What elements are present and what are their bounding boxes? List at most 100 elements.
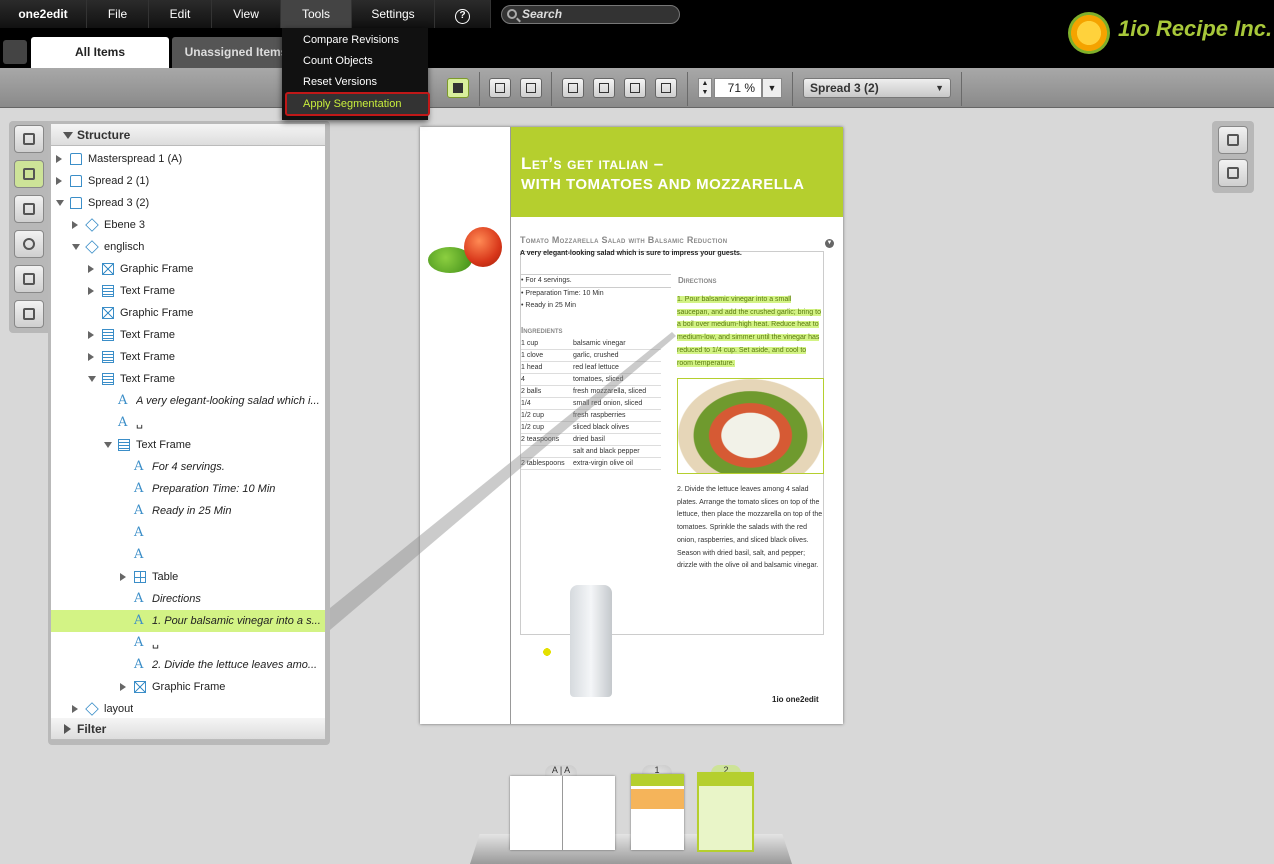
tree-row[interactable]: Text Frame (51, 346, 325, 368)
image-tool-button[interactable] (489, 78, 511, 98)
tree-row[interactable]: Ebene 3 (51, 214, 325, 236)
structure-header[interactable]: Structure (51, 124, 325, 146)
spread-select[interactable]: Spread 3 (2) ▼ (803, 78, 951, 98)
tree-row[interactable]: A A very elegant-looking salad which i... (51, 390, 325, 412)
caret-right-icon[interactable] (88, 353, 94, 361)
tree-row[interactable]: A Preparation Time: 10 Min (51, 478, 325, 500)
tree-row[interactable]: Spread 3 (2) (51, 192, 325, 214)
tasks-panel-button[interactable] (14, 265, 44, 293)
ingredient-row: 1/2 cup sliced black olives (521, 422, 661, 434)
layers-panel-button[interactable] (14, 195, 44, 223)
thumbnail-spread-3[interactable] (697, 772, 754, 852)
menu-view[interactable]: View (212, 0, 281, 28)
menu-edit[interactable]: Edit (149, 0, 212, 28)
zoom-stepper[interactable]: ▲ ▼ (698, 78, 712, 98)
menu-tools[interactable]: Tools (281, 0, 352, 28)
tree-row[interactable]: Table (51, 566, 325, 588)
tree-row[interactable]: A ␣ (51, 412, 325, 434)
caret-right-icon[interactable] (56, 177, 62, 185)
caret-down-icon[interactable] (88, 376, 96, 382)
caret-down-icon[interactable] (72, 244, 80, 250)
list-button[interactable] (1218, 159, 1248, 187)
meta-servings: • For 4 servings. (521, 274, 671, 287)
comment-icon (23, 308, 35, 320)
page-heading-block[interactable]: Let’s get italian – with tomatoes and mo… (511, 127, 843, 217)
caret-right-icon[interactable] (88, 331, 94, 339)
filter-header[interactable]: Filter (51, 718, 325, 740)
caret-right-icon[interactable] (120, 683, 126, 691)
tab-unassigned-items[interactable]: Unassigned Items (172, 37, 300, 68)
fit-view-button[interactable] (655, 78, 677, 98)
text-story-icon: A (134, 525, 144, 540)
menu-settings[interactable]: Settings (352, 0, 435, 28)
tree-row[interactable]: Spread 2 (1) (51, 170, 325, 192)
ingredient-name: red leaf lettuce (573, 364, 619, 371)
grid-view-button[interactable] (624, 78, 646, 98)
tree-row[interactable]: A For 4 servings. (51, 456, 325, 478)
comment-tool-button[interactable] (447, 78, 469, 98)
tree-row[interactable]: Text Frame (51, 324, 325, 346)
caret-right-icon[interactable] (120, 573, 126, 581)
history-panel-button[interactable] (14, 230, 44, 258)
direction-2-text[interactable]: 2. Divide the lettuce leaves among 4 sal… (677, 484, 824, 573)
tree-row[interactable]: A (51, 544, 325, 566)
tree-row[interactable]: Text Frame (51, 280, 325, 302)
zoom-input[interactable]: 71 % (714, 78, 762, 98)
caret-right-icon[interactable] (88, 287, 94, 295)
salad-photo[interactable] (677, 378, 824, 474)
tree-row[interactable]: layout (51, 698, 325, 720)
tree-row[interactable]: A (51, 522, 325, 544)
tree-row-label: ␣ (136, 417, 143, 429)
tab-all-items[interactable]: All Items (31, 37, 169, 68)
ingredient-row: 1/4 small red onion, sliced (521, 398, 661, 410)
caret-right-icon[interactable] (56, 155, 62, 163)
caret-down-icon[interactable] (104, 442, 112, 448)
menu-one2edit[interactable]: one2edit (0, 0, 87, 28)
tree-row[interactable]: Masterspread 1 (A) (51, 148, 325, 170)
toolbar-divider (687, 72, 688, 106)
tree-row[interactable]: Graphic Frame (51, 302, 325, 324)
thumbnail-spread-2[interactable] (631, 774, 684, 850)
menu-item-count-objects[interactable]: Count Objects (282, 51, 428, 72)
single-page-view-button[interactable] (562, 78, 584, 98)
tree-row[interactable]: Graphic Frame (51, 258, 325, 280)
text-frame-icon (118, 439, 130, 451)
ingredient-row: 1/2 cup fresh raspberries (521, 410, 661, 422)
fork-image[interactable] (570, 585, 612, 697)
help-button[interactable]: ? (435, 0, 491, 28)
tree-row[interactable]: Text Frame (51, 434, 325, 456)
caret-right-icon[interactable] (72, 705, 78, 713)
menu-file[interactable]: File (87, 0, 149, 28)
menu-item-compare-revisions[interactable]: Compare Revisions (282, 30, 428, 51)
thumbnail-masterspread[interactable] (510, 776, 615, 850)
tree-row[interactable]: A 2. Divide the lettuce leaves amo... (51, 654, 325, 676)
menu-item-apply-segmentation[interactable]: Apply Segmentation (285, 92, 430, 116)
menu-item-reset-versions[interactable]: Reset Versions (282, 72, 428, 93)
direction-1-text[interactable]: 1. Pour balsamic vinegar into a small sa… (677, 294, 823, 370)
tree-row[interactable]: A ␣ (51, 632, 325, 654)
frame-menu-icon[interactable]: ▼ (825, 239, 834, 248)
spread-view-button[interactable] (593, 78, 615, 98)
tree-row-label: 1. Pour balsamic vinegar into a s... (152, 615, 321, 627)
info-panel-button[interactable] (14, 125, 44, 153)
comments-panel-button[interactable] (14, 300, 44, 328)
text-tool-button[interactable] (520, 78, 542, 98)
structure-panel-button[interactable] (14, 160, 44, 188)
search-input[interactable]: Search (501, 5, 680, 24)
tree-row[interactable]: Graphic Frame (51, 676, 325, 698)
tree-row[interactable]: Text Frame (51, 368, 325, 390)
tree-row[interactable]: A 1. Pour balsamic vinegar into a s... (51, 610, 325, 632)
tomato-image[interactable] (464, 227, 502, 267)
caret-down-icon[interactable] (56, 200, 64, 206)
document-page[interactable]: Let’s get italian – with tomatoes and mo… (420, 127, 843, 724)
tree-row[interactable]: englisch (51, 236, 325, 258)
caret-right-icon[interactable] (88, 265, 94, 273)
properties-button[interactable] (1218, 126, 1248, 154)
text-story-icon: A (118, 393, 128, 408)
tree-row[interactable]: A Directions (51, 588, 325, 610)
ingredients-title: Ingredients (521, 326, 563, 335)
zoom-dropdown-button[interactable]: ▼ (762, 78, 782, 98)
tree-row[interactable]: A Ready in 25 Min (51, 500, 325, 522)
caret-right-icon[interactable] (72, 221, 78, 229)
home-tab-icon[interactable] (3, 40, 27, 64)
